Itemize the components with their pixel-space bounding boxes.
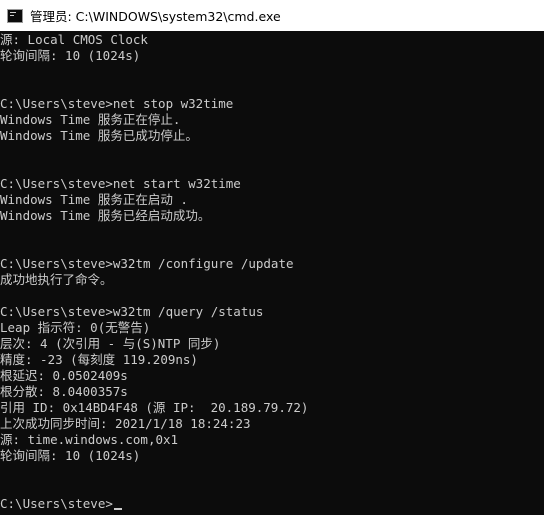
- console-line: 根延迟: 0.0502409s: [0, 368, 128, 383]
- console-line: Windows Time 服务已经启动成功。: [0, 208, 211, 223]
- cmd-window: 管理员: C:\WINDOWS\system32\cmd.exe 源: Loca…: [0, 0, 544, 515]
- console-line: 精度: -23 (每刻度 119.209ns): [0, 352, 198, 367]
- text-cursor: [113, 508, 122, 510]
- console-line: 轮询间隔: 10 (1024s): [0, 48, 141, 63]
- console-line: C:\Users\steve>w32tm /query /status: [0, 304, 264, 319]
- title-bar[interactable]: 管理员: C:\WINDOWS\system32\cmd.exe: [0, 0, 544, 31]
- console-line: C:\Users\steve>net stop w32time: [0, 96, 234, 111]
- console-line: C:\Users\steve>net start w32time: [0, 176, 241, 191]
- console-line: 源: time.windows.com,0x1: [0, 432, 179, 447]
- console-line: Windows Time 服务正在停止.: [0, 112, 181, 127]
- console-line: 引用 ID: 0x14BD4F48 (源 IP: 20.189.79.72): [0, 400, 309, 415]
- console-line: 源: Local CMOS Clock: [0, 32, 148, 47]
- cmd-icon: [7, 8, 23, 23]
- prompt-line[interactable]: C:\Users\steve>: [0, 496, 122, 512]
- console-line: 轮询间隔: 10 (1024s): [0, 448, 141, 463]
- console-line: Windows Time 服务已成功停止。: [0, 128, 198, 143]
- console-line: C:\Users\steve>w32tm /configure /update: [0, 256, 294, 271]
- console-line: 根分散: 8.0400357s: [0, 384, 128, 399]
- console-line: Leap 指示符: 0(无警告): [0, 320, 151, 335]
- console-line: 成功地执行了命令。: [0, 272, 113, 287]
- console-line: 上次成功同步时间: 2021/1/18 18:24:23: [0, 416, 251, 431]
- console-output[interactable]: 源: Local CMOS Clock 轮询间隔: 10 (1024s) C:\…: [0, 31, 544, 515]
- window-title: 管理员: C:\WINDOWS\system32\cmd.exe: [30, 9, 281, 24]
- prompt-text: C:\Users\steve>: [0, 496, 113, 511]
- console-line: 层次: 4 (次引用 - 与(S)NTP 同步): [0, 336, 221, 351]
- console-line: Windows Time 服务正在启动 .: [0, 192, 188, 207]
